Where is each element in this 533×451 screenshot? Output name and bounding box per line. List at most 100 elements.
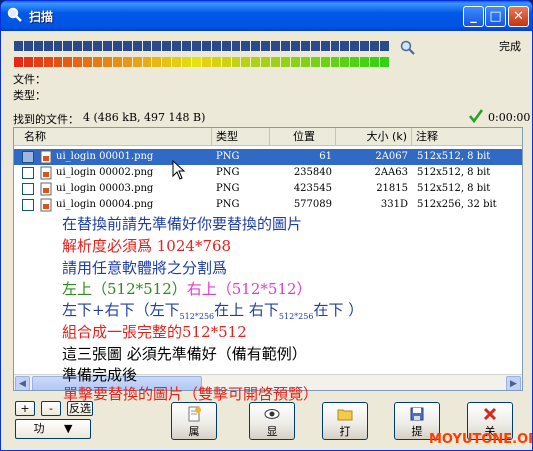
scroll-left-button[interactable]: ◀ bbox=[15, 376, 30, 390]
gradient-segment bbox=[251, 57, 261, 67]
properties-button[interactable]: 属 bbox=[171, 402, 217, 440]
col-header-position[interactable]: 位置 bbox=[270, 128, 336, 146]
minimize-button[interactable]: _ bbox=[463, 6, 484, 27]
mouse-cursor-icon bbox=[172, 160, 186, 180]
col-header-type[interactable]: 类型 bbox=[212, 128, 270, 146]
cell-type: PNG bbox=[216, 167, 240, 178]
cell-note: 512x512, 8 bit bbox=[417, 151, 491, 162]
gradient-segment bbox=[211, 57, 221, 67]
progress-segment bbox=[300, 41, 310, 51]
col-header-size[interactable]: 大小 (k) bbox=[336, 128, 412, 146]
save-icon bbox=[410, 407, 424, 421]
col-header-note[interactable]: 注释 bbox=[412, 128, 522, 146]
instruction-line-2: 解析度必須爲 1024*768 bbox=[62, 237, 232, 255]
gradient-segment bbox=[231, 57, 241, 67]
scan-progress-bar bbox=[14, 41, 389, 51]
remove-button[interactable]: - bbox=[41, 401, 61, 416]
instruction-line-9: 單擊要替換的圖片（雙擊可開啓預覽） bbox=[63, 385, 319, 403]
progress-segment bbox=[152, 41, 162, 51]
progress-segment bbox=[281, 41, 290, 51]
gradient-segment bbox=[281, 57, 290, 67]
progress-segment bbox=[63, 41, 73, 51]
row-checkbox[interactable] bbox=[22, 167, 34, 179]
progress-segment bbox=[201, 41, 211, 51]
instruction-top-right: 右上（512*512） bbox=[186, 280, 312, 298]
gradient-segment bbox=[379, 57, 389, 67]
png-file-icon bbox=[40, 198, 52, 212]
open-button[interactable]: 打 bbox=[322, 402, 368, 440]
close-button[interactable]: ✕ bbox=[508, 6, 529, 27]
cell-size: 2A067 bbox=[375, 151, 408, 162]
cell-size: 2AA63 bbox=[374, 167, 408, 178]
gradient-segment bbox=[23, 57, 33, 67]
instruction-line-5-sub2: 512*256 bbox=[278, 312, 314, 321]
progress-segment bbox=[53, 41, 63, 51]
cell-name: ui_login 00003.png bbox=[56, 183, 154, 194]
cell-name: ui_login 00002.png bbox=[56, 167, 154, 178]
progress-segment bbox=[251, 41, 261, 51]
col-header-name[interactable]: 名称 bbox=[14, 128, 212, 146]
instruction-line-5: 左下+右下（左下512*256在上 右下512*256在下 ） bbox=[62, 299, 363, 321]
show-label: 显 bbox=[266, 425, 278, 438]
progress-segment bbox=[73, 41, 83, 51]
progress-segment bbox=[211, 41, 221, 51]
list-header: 名称 类型 位置 大小 (k) 注释 bbox=[14, 128, 522, 146]
instruction-line-5-part1: 左下+右下（左下 bbox=[62, 301, 180, 319]
add-button[interactable]: + bbox=[15, 401, 35, 416]
gradient-segment bbox=[370, 57, 379, 67]
cell-type: PNG bbox=[216, 151, 240, 162]
title-bar[interactable]: 扫描 _ □ ✕ bbox=[1, 1, 532, 31]
progress-segment bbox=[112, 41, 122, 51]
table-row[interactable]: ui_login 00004.png PNG 577089 331D 512x2… bbox=[14, 197, 522, 213]
instruction-top-left: 左上（512*512） bbox=[62, 280, 187, 298]
instruction-line-6: 組合成一張完整的512*512 bbox=[62, 323, 247, 341]
instruction-line-5-part3: 在下 ） bbox=[313, 301, 364, 319]
row-checkbox[interactable] bbox=[22, 183, 34, 195]
file-list[interactable]: 名称 类型 位置 大小 (k) 注释 ui_login 00001.png PN… bbox=[13, 127, 523, 391]
instruction-line-4: 左上（512*512）右上（512*512） bbox=[62, 278, 312, 299]
cell-position: 61 bbox=[319, 151, 332, 162]
gradient-segment bbox=[360, 57, 370, 67]
col-header-position-label: 位置 bbox=[293, 130, 315, 143]
gradient-segment bbox=[152, 57, 162, 67]
gradient-segment bbox=[33, 57, 43, 67]
gradient-segment bbox=[112, 57, 122, 67]
progress-segment bbox=[93, 41, 103, 51]
table-row[interactable]: ui_login 00001.png PNG 61 2A067 512x512,… bbox=[14, 149, 522, 165]
progress-segment bbox=[379, 41, 389, 51]
table-row[interactable]: ui_login 00003.png PNG 423545 21815 512x… bbox=[14, 181, 522, 197]
gradient-segment bbox=[83, 57, 93, 67]
gradient-segment bbox=[43, 57, 53, 67]
folder-icon bbox=[337, 409, 353, 421]
zoom-icon[interactable] bbox=[400, 40, 415, 55]
progress-segment bbox=[83, 41, 93, 51]
row-checkbox[interactable] bbox=[22, 199, 34, 211]
maximize-button[interactable]: □ bbox=[485, 6, 506, 27]
type-label: 类型： bbox=[13, 89, 46, 102]
scroll-right-button[interactable]: ▶ bbox=[506, 376, 521, 390]
gradient-segment bbox=[330, 57, 340, 67]
progress-segment bbox=[142, 41, 152, 51]
function-menu-button[interactable]: 功 ▼ bbox=[15, 419, 91, 439]
table-row[interactable]: ui_login 00002.png PNG 235840 2AA63 512x… bbox=[14, 165, 522, 181]
progress-segment bbox=[182, 41, 192, 51]
row-checkbox[interactable] bbox=[22, 151, 34, 163]
progress-segment bbox=[43, 41, 53, 51]
cell-note: 512x256, 32 bit bbox=[417, 199, 497, 210]
gradient-segment bbox=[320, 57, 330, 67]
instruction-line-5-part2: 在上 右下 bbox=[214, 301, 279, 319]
cell-name: ui_login 00004.png bbox=[56, 199, 154, 210]
gradient-segment bbox=[192, 57, 201, 67]
gradient-segment bbox=[241, 57, 251, 67]
gradient-segment bbox=[63, 57, 73, 67]
progress-segment bbox=[350, 41, 360, 51]
checkmark-icon bbox=[469, 109, 483, 123]
show-button[interactable]: 显 bbox=[249, 402, 295, 440]
instruction-line-5-sub1: 512*256 bbox=[179, 312, 215, 321]
progress-segment bbox=[132, 41, 142, 51]
progress-segment bbox=[192, 41, 201, 51]
progress-segment bbox=[231, 41, 241, 51]
progress-segment bbox=[221, 41, 231, 51]
progress-segment bbox=[370, 41, 379, 51]
window-title: 扫描 bbox=[29, 10, 54, 24]
